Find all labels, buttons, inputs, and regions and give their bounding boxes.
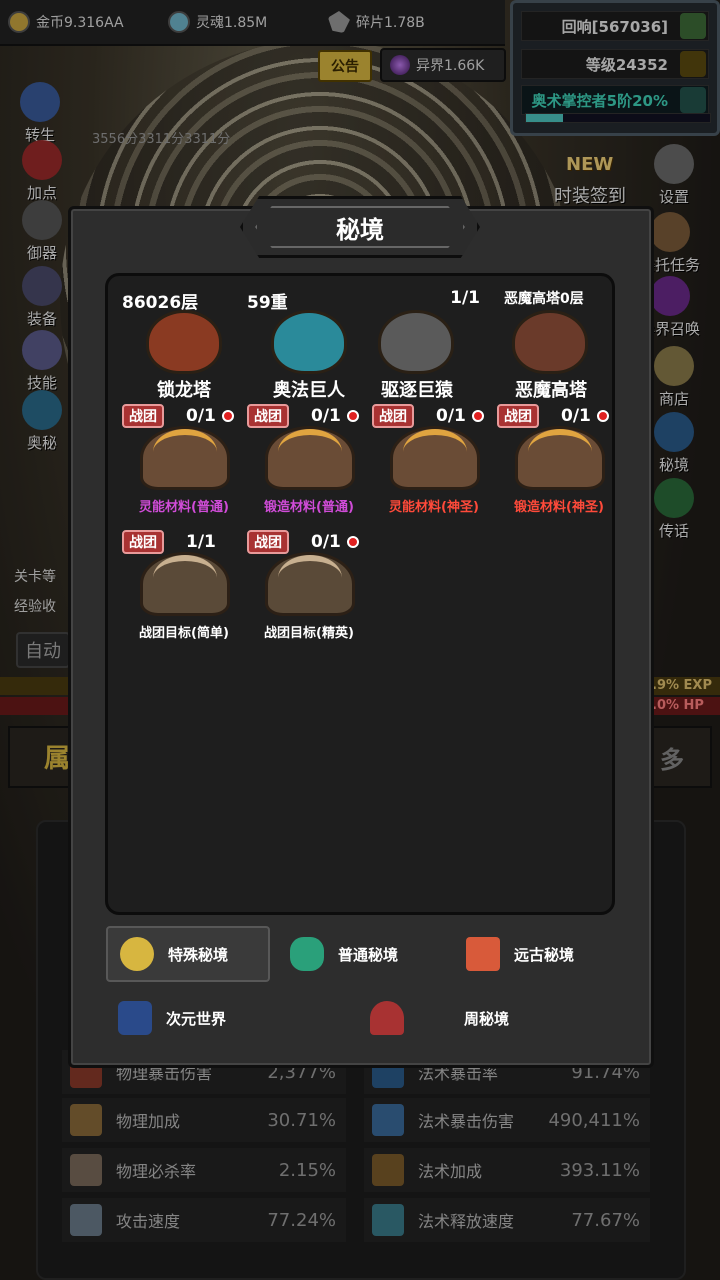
forging-material-icon bbox=[515, 426, 605, 490]
material-count: 0/1 bbox=[311, 532, 341, 552]
green-rune-icon bbox=[290, 937, 324, 971]
w-star-icon bbox=[118, 1001, 152, 1035]
legion-tag: 战团 bbox=[247, 404, 289, 428]
dungeon-progress: 59重 bbox=[247, 293, 288, 313]
giant-ape-icon bbox=[378, 310, 454, 374]
material-card[interactable]: 战团 0/1 灵能材料(普通) bbox=[122, 404, 246, 524]
material-count: 0/1 bbox=[561, 406, 591, 426]
red-shield-icon bbox=[466, 937, 500, 971]
tab-label: 周秘境 bbox=[464, 1009, 510, 1028]
material-count: 0/1 bbox=[186, 406, 216, 426]
material-label: 灵能材料(神圣) bbox=[389, 500, 479, 515]
alert-dot-icon bbox=[347, 536, 359, 548]
dungeon-name: 驱逐巨猿 bbox=[381, 380, 453, 401]
tab-label: 普通秘境 bbox=[338, 945, 399, 964]
forging-material-icon bbox=[265, 426, 355, 490]
legion-tag: 战团 bbox=[497, 404, 539, 428]
tab-dimension-world[interactable]: 次元世界 bbox=[106, 990, 276, 1046]
dungeon-count: 1/1 bbox=[450, 288, 480, 308]
material-card[interactable]: 战团 0/1 灵能材料(神圣) bbox=[372, 404, 496, 524]
material-count: 0/1 bbox=[311, 406, 341, 426]
legion-tag: 战团 bbox=[122, 404, 164, 428]
tab-weekly-realm[interactable]: 周秘境 bbox=[358, 990, 558, 1046]
material-card[interactable]: 战团 0/1 锻造材料(普通) bbox=[247, 404, 371, 524]
dungeon-card[interactable]: 恶魔高塔0层 恶魔高塔 bbox=[488, 288, 614, 401]
dungeon-card[interactable]: 1/1 驱逐巨猿 bbox=[354, 288, 480, 401]
dungeon-name: 恶魔高塔 bbox=[515, 380, 587, 401]
modal-title-frame bbox=[255, 206, 465, 248]
alert-dot-icon bbox=[472, 410, 484, 422]
dungeon-card[interactable]: 59重 奥法巨人 bbox=[247, 288, 371, 401]
alert-dot-icon bbox=[347, 410, 359, 422]
legion-tag: 战团 bbox=[247, 530, 289, 554]
material-count: 0/1 bbox=[436, 406, 466, 426]
dragon-icon bbox=[146, 310, 222, 374]
gate-icon bbox=[370, 1001, 404, 1035]
psionic-material-icon bbox=[140, 426, 230, 490]
legion-tag: 战团 bbox=[122, 530, 164, 554]
tab-ancient-realm[interactable]: 远古秘境 bbox=[454, 926, 624, 982]
material-label: 战团目标(简单) bbox=[139, 626, 229, 641]
tab-label: 次元世界 bbox=[166, 1009, 227, 1028]
gold-coin-icon bbox=[120, 937, 154, 971]
material-label: 锻造材料(神圣) bbox=[514, 500, 604, 515]
psionic-material-icon bbox=[390, 426, 480, 490]
material-label: 锻造材料(普通) bbox=[264, 500, 354, 515]
alert-dot-icon bbox=[597, 410, 609, 422]
tab-label: 特殊秘境 bbox=[168, 945, 229, 964]
beast-target-icon bbox=[265, 552, 355, 616]
material-label: 战团目标(精英) bbox=[264, 626, 354, 641]
beast-target-icon bbox=[140, 552, 230, 616]
arcane-giant-icon bbox=[271, 310, 347, 374]
dungeon-name: 锁龙塔 bbox=[157, 380, 211, 401]
material-count: 1/1 bbox=[186, 532, 216, 552]
material-card[interactable]: 战团 0/1 锻造材料(神圣) bbox=[497, 404, 621, 524]
demon-tower-icon bbox=[512, 310, 588, 374]
dungeon-card[interactable]: 86026层 锁龙塔 bbox=[122, 288, 246, 401]
legion-tag: 战团 bbox=[372, 404, 414, 428]
dungeon-progress: 恶魔高塔0层 bbox=[504, 291, 584, 307]
tab-label: 远古秘境 bbox=[514, 945, 575, 964]
dungeon-name: 奥法巨人 bbox=[273, 380, 345, 401]
tab-normal-realm[interactable]: 普通秘境 bbox=[278, 926, 448, 982]
tab-special-realm[interactable]: 特殊秘境 bbox=[106, 926, 270, 982]
material-card[interactable]: 战团 1/1 战团目标(简单) bbox=[122, 530, 246, 650]
material-label: 灵能材料(普通) bbox=[139, 500, 229, 515]
material-card[interactable]: 战团 0/1 战团目标(精英) bbox=[247, 530, 371, 650]
alert-dot-icon bbox=[222, 410, 234, 422]
